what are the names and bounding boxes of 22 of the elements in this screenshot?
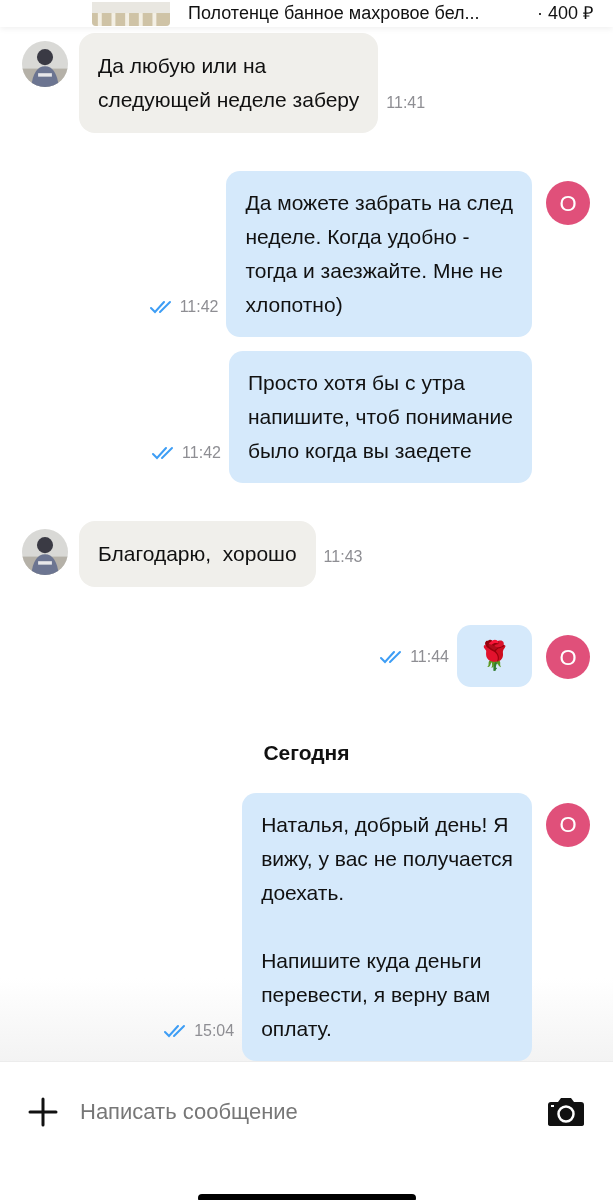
product-header[interactable]: Полотенце банное махровое бел... · 400 ₽ xyxy=(0,0,613,27)
message-input[interactable]: Написать сообщение xyxy=(80,1095,525,1128)
camera-icon[interactable] xyxy=(547,1096,585,1127)
message-time: 11:41 xyxy=(386,94,426,111)
incoming-message: Да любую или на следующей неделе заберу xyxy=(79,33,379,133)
incoming-message: Благодарю, хорошо xyxy=(79,521,316,587)
user-avatar: О xyxy=(546,635,590,679)
outgoing-message: Наталья, добрый день! Я вижу, у вас не получается доехать. Напишите куда деньги перевести, я верну вам оплату. xyxy=(242,792,532,1061)
outgoing-message: 🌹 xyxy=(457,625,532,687)
user-avatar: О xyxy=(546,181,590,225)
user-avatar: О xyxy=(546,802,590,847)
message-time: 11:44 xyxy=(410,647,449,667)
message-time: 15:04 xyxy=(194,1020,235,1041)
message-time: 11:42 xyxy=(179,297,219,317)
date-separator: Сегодня xyxy=(263,740,350,766)
outgoing-message: Просто хотя бы с утра напишите, чтоб понимание было когда вы заедете xyxy=(228,351,532,483)
plus-icon[interactable] xyxy=(28,1096,58,1127)
product-price: · 400 ₽ xyxy=(536,2,593,25)
message-time: 11:42 xyxy=(182,443,221,463)
outgoing-message: Да можете забрать на след неделе. Когда удобно - тогда и заезжайте. Мне не хлопотно) xyxy=(226,171,532,337)
message-time: 11:43 xyxy=(323,548,363,565)
product-title: Полотенце банное махровое бел... xyxy=(188,2,480,25)
